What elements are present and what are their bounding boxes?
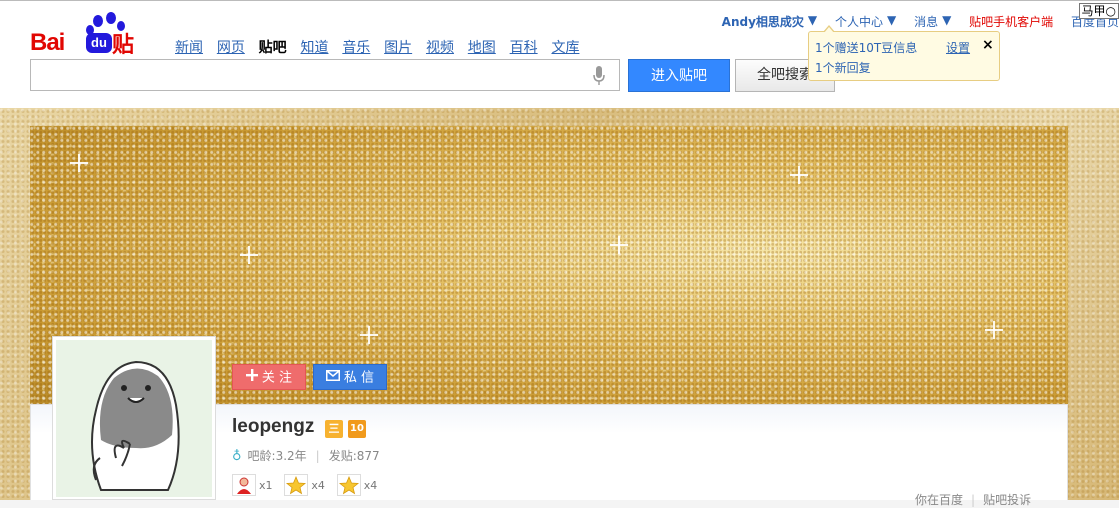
follow-button[interactable]: 关 注	[232, 364, 306, 390]
chevron-down-icon: ▼	[887, 13, 896, 27]
top-nav: 新闻 网页 贴吧 知道 音乐 图片 视频 地图 百科 文库	[175, 37, 589, 57]
nav-music[interactable]: 音乐	[342, 37, 370, 57]
notify-reply-link[interactable]: 1个新回复	[815, 59, 871, 76]
sparkle-decoration	[70, 154, 88, 172]
sparkle-decoration	[610, 236, 628, 254]
sparkle-decoration	[985, 321, 1003, 339]
star-gift-icon	[337, 474, 361, 496]
nav-news[interactable]: 新闻	[175, 37, 203, 57]
message-label: 私 信	[344, 371, 374, 386]
envelope-icon	[326, 365, 340, 391]
messages-text: 消息	[914, 13, 938, 30]
notification-popup: 1个赠送10T豆信息 1个新回复 设置 ×	[808, 31, 1000, 81]
level-badge[interactable]: 三	[325, 420, 343, 438]
follow-label: 关 注	[262, 371, 292, 386]
profile-username: leopengz	[232, 416, 314, 438]
username-link[interactable]: Andy相思成灾 ▼	[722, 13, 817, 30]
nav-wenku[interactable]: 文库	[551, 37, 579, 57]
enter-tieba-button[interactable]: 进入贴吧	[628, 59, 730, 92]
person-gift-icon	[232, 474, 256, 496]
complaint-link[interactable]: 贴吧投诉	[983, 493, 1031, 507]
medal-icon: ♁	[232, 449, 242, 464]
plus-icon	[246, 365, 258, 391]
gift-item[interactable]: x4	[337, 474, 378, 496]
notify-gift-link[interactable]: 1个赠送10T豆信息	[815, 39, 917, 56]
star-gift-icon	[284, 474, 308, 496]
sparkle-decoration	[360, 326, 378, 344]
close-icon[interactable]: ×	[982, 37, 994, 53]
profile-stats: ♁ 吧龄:3.2年 | 发贴:877	[232, 447, 380, 464]
nav-images[interactable]: 图片	[384, 37, 412, 57]
gift-list: x1 x4 x4	[232, 474, 385, 496]
user-bar: Andy相思成灾▼ 个人中心▼ 消息▼ 贴吧手机客户端 百度首页	[708, 13, 1119, 29]
vip-badge[interactable]: 10	[348, 420, 366, 438]
nav-baike[interactable]: 百科	[510, 37, 538, 57]
search-box	[30, 59, 620, 91]
gift-item[interactable]: x4	[284, 474, 325, 496]
circle-icon: ○	[1106, 4, 1116, 18]
avatar-image	[56, 340, 212, 497]
post-count: 发贴:877	[329, 449, 380, 463]
nav-zhidao[interactable]: 知道	[300, 37, 328, 57]
gift-count: x1	[259, 479, 273, 492]
personal-center-text: 个人中心	[835, 13, 883, 30]
logo-du-text: du	[86, 33, 112, 53]
chevron-down-icon: ▼	[808, 13, 817, 27]
you-in-baidu-link[interactable]: 你在百度	[915, 493, 963, 507]
divider: |	[971, 493, 975, 507]
nav-video[interactable]: 视频	[426, 37, 454, 57]
gift-count: x4	[364, 479, 378, 492]
popup-arrow-fill	[824, 27, 834, 33]
tieba-age: 吧龄:3.2年	[248, 449, 307, 463]
chevron-down-icon: ▼	[942, 13, 951, 27]
personal-center-link[interactable]: 个人中心 ▼	[835, 13, 896, 30]
nav-map[interactable]: 地图	[468, 37, 496, 57]
majia-text: 马甲	[1082, 4, 1106, 18]
username-text: Andy相思成灾	[722, 13, 804, 30]
nav-tieba[interactable]: 贴吧	[259, 37, 287, 57]
header: Bai du 贴吧 新闻 网页 贴吧 知道 音乐 图片 视频 地图 百科 文库 …	[0, 0, 1119, 109]
gift-item[interactable]: x1	[232, 474, 273, 496]
microphone-icon[interactable]	[593, 66, 605, 86]
sparkle-decoration	[240, 246, 258, 264]
logo-bai-text: Bai	[30, 29, 64, 57]
majia-button[interactable]: 马甲○	[1079, 3, 1119, 19]
messages-link[interactable]: 消息 ▼	[914, 13, 951, 30]
notify-settings-link[interactable]: 设置	[946, 39, 970, 56]
nav-web[interactable]: 网页	[217, 37, 245, 57]
gift-count: x4	[311, 479, 325, 492]
mobile-client-link[interactable]: 贴吧手机客户端	[969, 13, 1053, 30]
divider: |	[316, 449, 320, 463]
search-input[interactable]	[31, 60, 597, 90]
sparkle-decoration	[790, 166, 808, 184]
avatar-frame[interactable]	[52, 336, 216, 500]
avatar	[56, 340, 212, 497]
private-message-button[interactable]: 私 信	[313, 364, 387, 390]
